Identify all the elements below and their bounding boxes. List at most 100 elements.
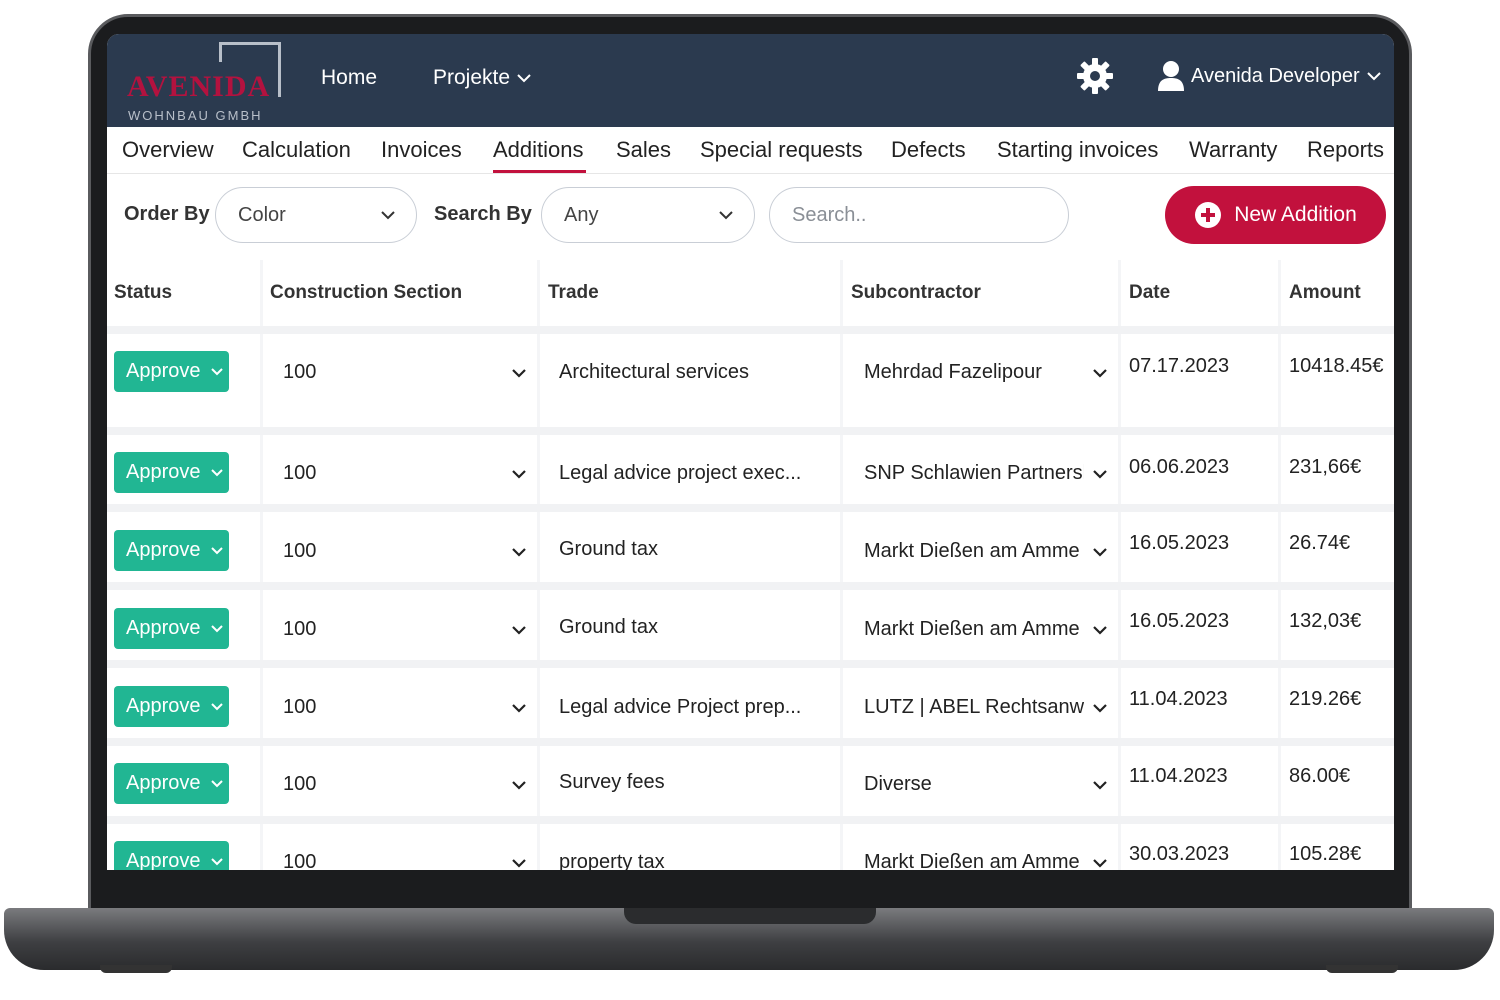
date-value: 16.05.2023 [1129,532,1230,554]
chevron-down-icon[interactable] [1092,625,1108,635]
amount-value: 10418.45€ [1289,355,1384,377]
column-divider [537,260,540,870]
chevron-down-icon[interactable] [1092,469,1108,479]
logo-frame-left [219,42,222,62]
chevron-down-icon[interactable] [511,780,527,790]
section-tabs: Overview Calculation Invoices Additions … [107,127,1394,174]
row-divider [107,504,1394,512]
column-divider [1278,260,1281,870]
subcontractor-value: Diverse [864,773,932,795]
brand-logo[interactable]: AVENIDA WOHNBAU GMBH [127,40,287,124]
date-value: 06.06.2023 [1129,456,1230,478]
date-value: 30.03.2023 [1129,843,1230,865]
status-label: Approve [126,461,201,483]
chevron-down-icon [381,211,395,220]
chevron-down-icon[interactable] [511,469,527,479]
status-label: Approve [126,695,201,717]
column-subcontractor[interactable]: Subcontractor [851,282,981,304]
status-label: Approve [126,617,201,639]
amount-value: 26.74€ [1289,532,1351,554]
trade-value: Legal advice project exec... [559,462,802,484]
date-value: 11.04.2023 [1129,688,1228,710]
laptop-foot-left [100,965,172,973]
tab-additions[interactable]: Additions [493,137,584,163]
nav-projects-label: Projekte [433,66,511,89]
new-addition-button[interactable]: New Addition [1165,186,1386,244]
chevron-down-icon[interactable] [1092,368,1108,378]
amount-value: 219.26€ [1289,688,1362,710]
laptop-notch [624,908,876,924]
order-by-label: Order By [124,203,210,225]
chevron-down-icon [719,211,733,220]
status-approve-dropdown[interactable]: Approve [114,608,229,649]
status-approve-dropdown[interactable]: Approve [114,763,229,804]
subcontractor-value: Markt Dießen am Amme [864,540,1080,562]
row-divider [107,582,1394,590]
construction-section-value: 100 [283,851,317,870]
chevron-down-icon[interactable] [511,703,527,713]
tab-defects[interactable]: Defects [891,137,966,163]
chevron-down-icon[interactable] [1092,703,1108,713]
row-divider [107,427,1394,435]
nav-projects-menu[interactable]: Projekte [433,66,532,90]
status-approve-dropdown[interactable]: Approve [114,351,229,392]
construction-section-value: 100 [283,773,317,795]
date-value: 16.05.2023 [1129,610,1230,632]
nav-home-link[interactable]: Home [321,66,377,90]
search-by-label: Search By [434,203,532,225]
column-trade[interactable]: Trade [548,282,599,304]
chevron-down-icon[interactable] [511,547,527,557]
tab-warranty[interactable]: Warranty [1189,137,1277,163]
chevron-down-icon [210,546,223,554]
search-by-select[interactable]: Any [541,187,755,243]
column-construction-section[interactable]: Construction Section [270,282,462,304]
construction-section-value: 100 [283,462,317,484]
chevron-down-icon[interactable] [1092,780,1108,790]
date-value: 07.17.2023 [1129,355,1230,377]
trade-value: Ground tax [559,616,658,638]
tab-reports[interactable]: Reports [1307,137,1384,163]
tab-calculation[interactable]: Calculation [242,137,351,163]
amount-value: 86.00€ [1289,765,1351,787]
status-approve-dropdown[interactable]: Approve [114,530,229,571]
chevron-down-icon [210,702,223,710]
tab-overview[interactable]: Overview [122,137,214,163]
gear-icon[interactable] [1075,56,1115,96]
status-approve-dropdown[interactable]: Approve [114,686,229,727]
status-label: Approve [126,360,201,382]
status-approve-dropdown[interactable]: Approve [114,452,229,493]
chevron-down-icon[interactable] [511,625,527,635]
chevron-down-icon[interactable] [1092,858,1108,868]
search-by-value: Any [564,203,599,226]
tab-starting-invoices[interactable]: Starting invoices [997,137,1158,163]
chevron-down-icon [210,367,223,375]
column-status[interactable]: Status [114,282,172,304]
construction-section-value: 100 [283,540,317,562]
column-amount[interactable]: Amount [1289,282,1361,304]
tab-sales[interactable]: Sales [616,137,671,163]
chevron-down-icon[interactable] [511,858,527,868]
row-divider [107,660,1394,668]
tab-special-requests[interactable]: Special requests [700,137,863,163]
chevron-down-icon [210,779,223,787]
order-by-select[interactable]: Color [215,187,417,243]
user-menu[interactable]: Avenida Developer [1157,60,1382,92]
column-date[interactable]: Date [1129,282,1170,304]
date-value: 11.04.2023 [1129,765,1228,787]
chevron-down-icon[interactable] [511,368,527,378]
column-divider [260,260,263,870]
subcontractor-value: Markt Dießen am Amme [864,618,1080,640]
chevron-down-icon [210,857,223,865]
construction-section-value: 100 [283,618,317,640]
tab-invoices[interactable]: Invoices [381,137,462,163]
plus-circle-icon [1195,202,1222,228]
row-divider [107,738,1394,746]
chevron-down-icon [517,74,531,83]
trade-value: Survey fees [559,771,665,793]
trade-value: Legal advice Project prep... [559,696,802,718]
table-header: Status Construction Section Trade Subcon… [107,260,1394,330]
search-input[interactable] [769,187,1069,243]
chevron-down-icon[interactable] [1092,547,1108,557]
status-approve-dropdown[interactable]: Approve [114,841,229,870]
status-label: Approve [126,539,201,561]
